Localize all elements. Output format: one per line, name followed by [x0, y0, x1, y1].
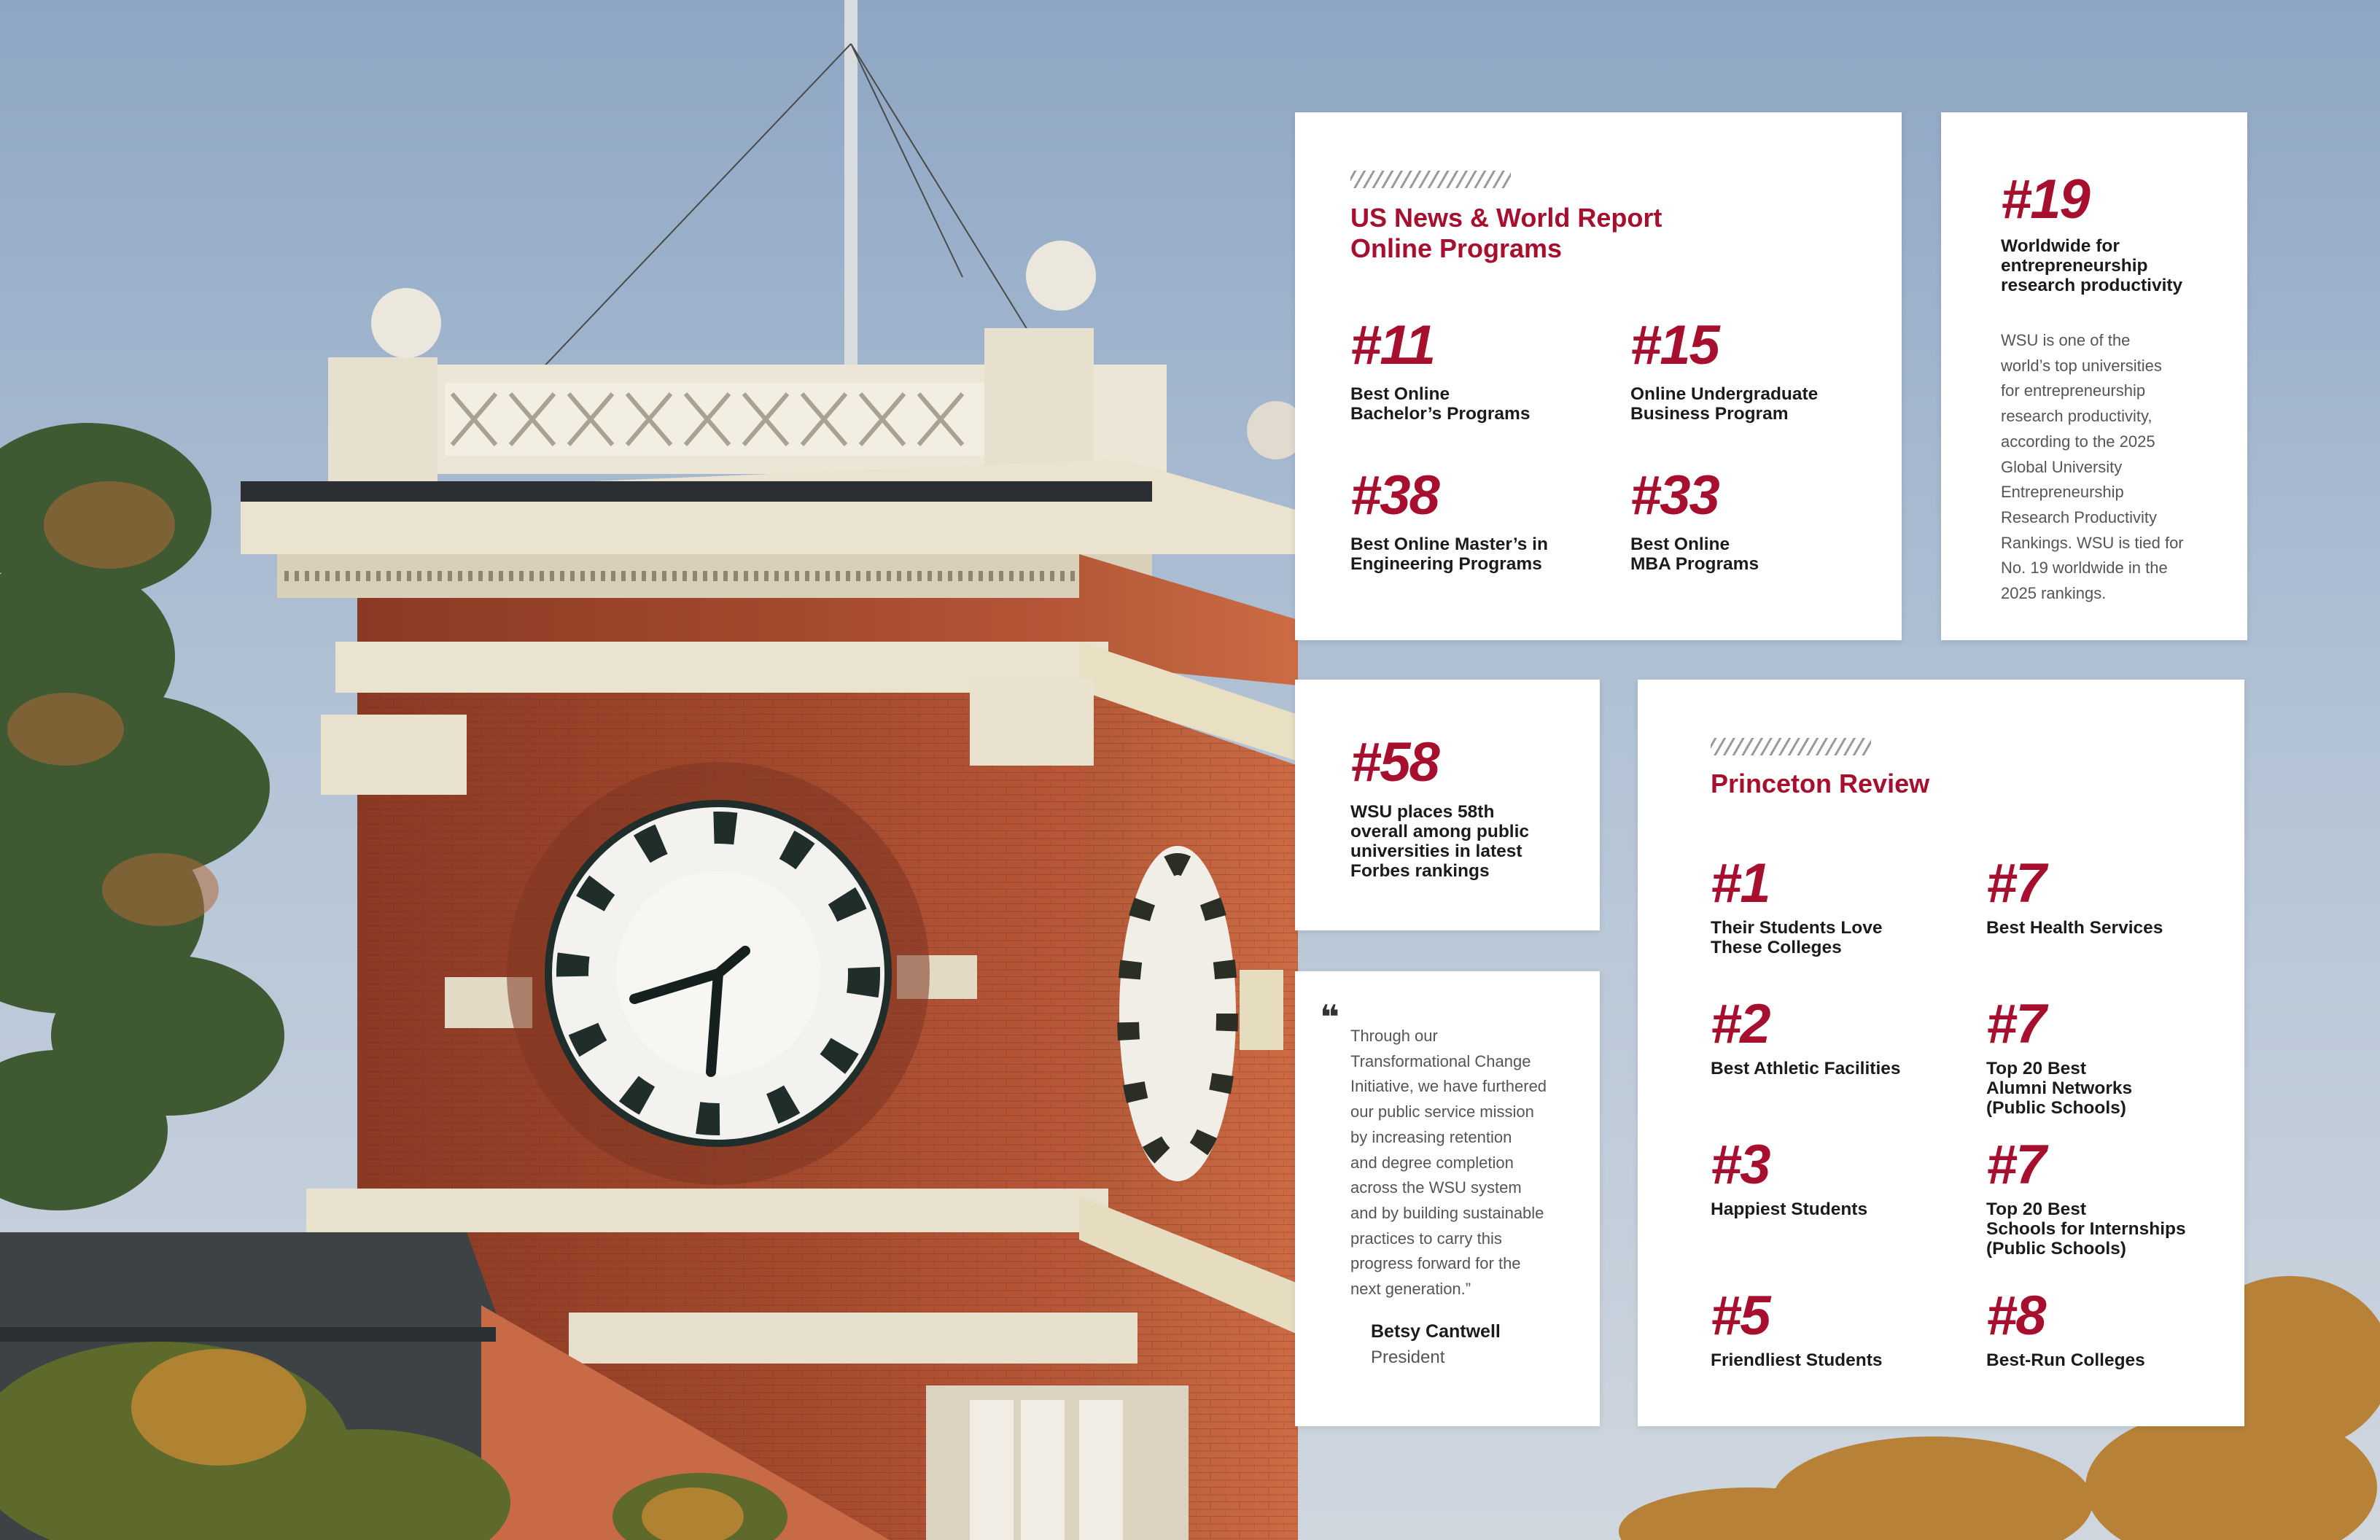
princeton-rank: #8	[1986, 1285, 2047, 1347]
forbes-rank: #58	[1350, 731, 1440, 793]
quote-author-name: Betsy Cantwell	[1371, 1321, 1501, 1342]
princeton-rank-label: Top 20 Best Schools for Internships (Pub…	[1986, 1199, 2186, 1259]
princeton-rank: #3	[1711, 1134, 1771, 1196]
hatch-decoration	[1350, 171, 1511, 188]
princeton-rank-label: Best-Run Colleges	[1986, 1350, 2145, 1370]
princeton-rank: #1	[1711, 852, 1771, 914]
usnews-rank: #15	[1630, 314, 1720, 376]
usnews-rank-label: Best Online Master’s in Engineering Prog…	[1350, 534, 1548, 574]
princeton-rank: #2	[1711, 993, 1771, 1055]
princeton-rank-label: Friendliest Students	[1711, 1350, 1883, 1370]
princeton-rank-label: Best Health Services	[1986, 918, 2163, 938]
princeton-rank: #7	[1986, 993, 2047, 1055]
usnews-rank: #38	[1350, 464, 1440, 526]
quote-text: Through our Transformational Change Init…	[1350, 1027, 1547, 1299]
entrepreneurship-rank: #19	[2001, 168, 2091, 230]
entrepreneurship-label: Worldwide for entrepreneurship research …	[2001, 236, 2183, 295]
princeton-rank: #7	[1986, 852, 2047, 914]
usnews-rank-label: Best Online Bachelor’s Programs	[1350, 384, 1531, 424]
usnews-heading: US News & World Report Online Programs	[1350, 203, 1662, 263]
princeton-rank: #5	[1711, 1285, 1771, 1347]
entrepreneurship-card: #19 Worldwide for entrepreneurship resea…	[1941, 112, 2247, 640]
usnews-card: US News & World Report Online Programs #…	[1295, 112, 1902, 640]
hatch-decoration	[1711, 738, 1871, 755]
princeton-rank-label: Happiest Students	[1711, 1199, 1868, 1219]
usnews-rank: #11	[1350, 314, 1436, 376]
quote-card: ❝ Through our Transformational Change In…	[1295, 971, 1600, 1426]
princeton-card: Princeton Review #1 Their Students Love …	[1638, 680, 2244, 1426]
usnews-rank-label: Online Undergraduate Business Program	[1630, 384, 1819, 424]
princeton-rank-label: Their Students Love These Colleges	[1711, 918, 1883, 957]
quote-mark-icon: ❝	[1320, 998, 1339, 1036]
usnews-rank: #33	[1630, 464, 1720, 526]
princeton-rank: #7	[1986, 1134, 2047, 1196]
princeton-heading: Princeton Review	[1711, 769, 1930, 798]
forbes-card: #58 WSU places 58th overall among public…	[1295, 680, 1600, 930]
entrepreneurship-description: WSU is one of the world’s top universiti…	[2001, 331, 2184, 603]
princeton-rank-label: Top 20 Best Alumni Networks (Public Scho…	[1986, 1059, 2133, 1118]
quote-author-title: President	[1371, 1348, 1445, 1367]
forbes-label: WSU places 58th overall among public uni…	[1350, 802, 1530, 881]
usnews-rank-label: Best Online MBA Programs	[1630, 534, 1759, 574]
princeton-rank-label: Best Athletic Facilities	[1711, 1059, 1901, 1078]
